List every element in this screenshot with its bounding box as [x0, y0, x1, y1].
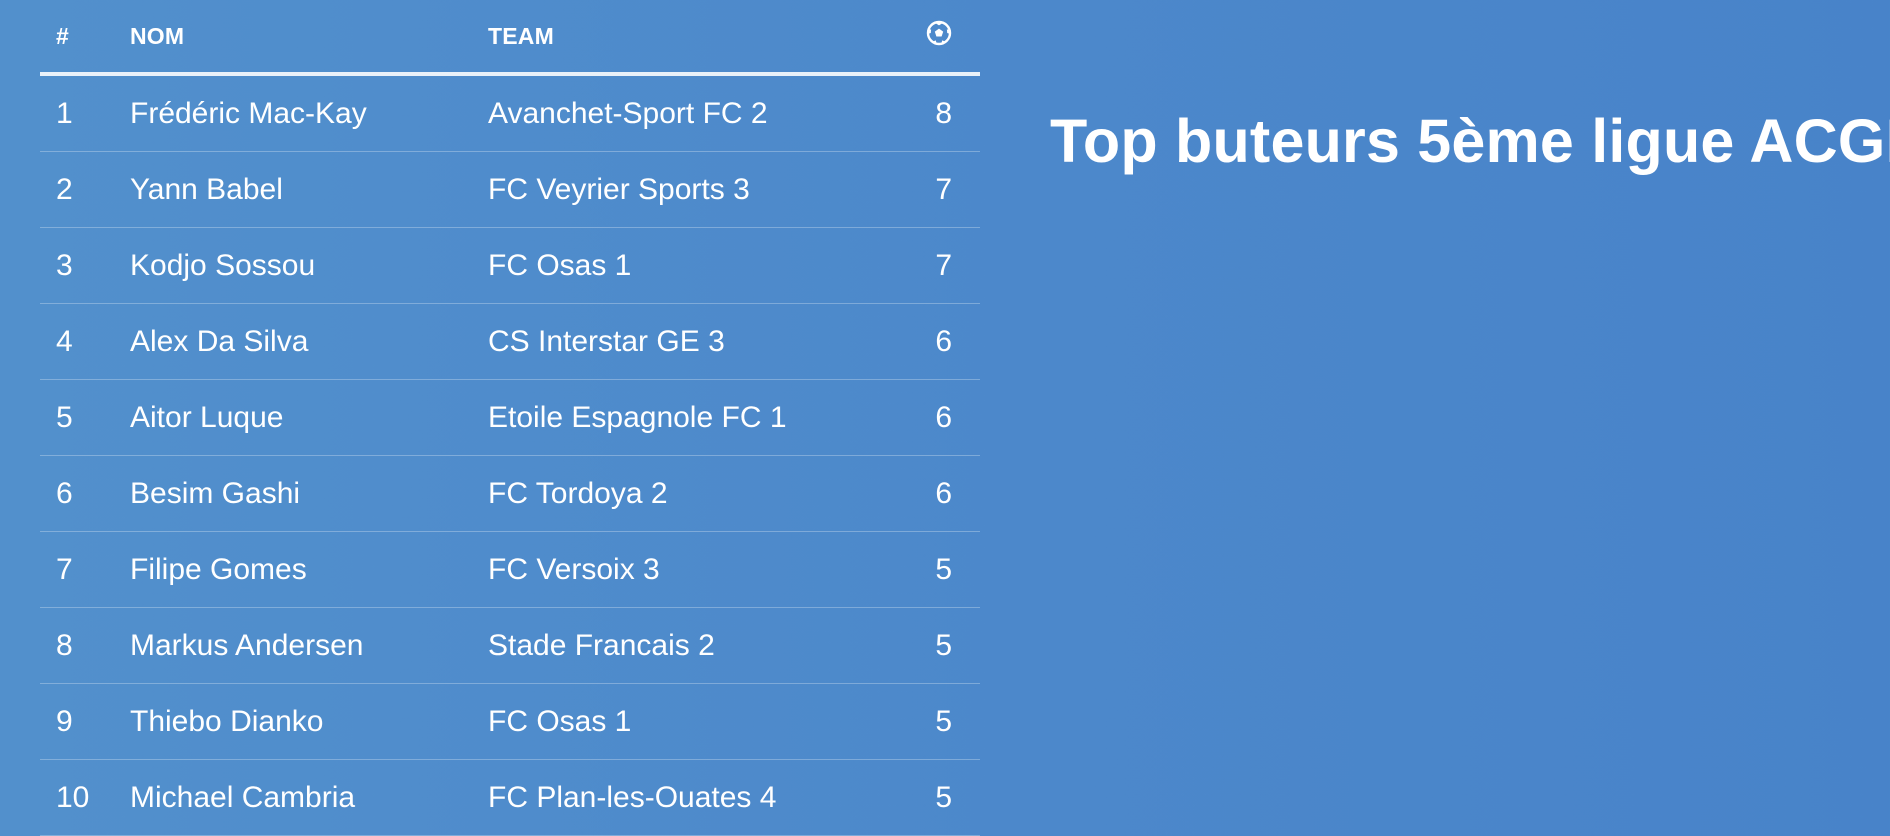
row-rank: 3: [56, 248, 73, 282]
row-goals: 6: [935, 324, 952, 358]
row-goals: 6: [935, 400, 952, 434]
row-player-name: Kodjo Sossou: [130, 248, 316, 282]
header-goals: [908, 20, 980, 52]
row-player-name: Frédéric Mac-Kay: [130, 96, 367, 130]
row-rank: 1: [56, 96, 73, 130]
row-player-name: Markus Andersen: [130, 628, 364, 662]
row-goals: 7: [935, 248, 952, 282]
table-row: 2 Yann Babel FC Veyrier Sports 3 7: [40, 152, 980, 228]
row-rank: 5: [56, 400, 73, 434]
table-row: 9 Thiebo Dianko FC Osas 1 5: [40, 684, 980, 760]
table-header: # NOM TEAM: [40, 0, 980, 76]
table-row: 1 Frédéric Mac-Kay Avanchet-Sport FC 2 8: [40, 76, 980, 152]
row-team: CS Interstar GE 3: [488, 324, 725, 358]
table-row: 6 Besim Gashi FC Tordoya 2 6: [40, 456, 980, 532]
row-player-name: Aitor Luque: [130, 400, 284, 434]
row-goals: 8: [935, 96, 952, 130]
table-row: 5 Aitor Luque Etoile Espagnole FC 1 6: [40, 380, 980, 456]
row-team: Etoile Espagnole FC 1: [488, 400, 787, 434]
row-goals: 5: [935, 780, 952, 814]
header-rank: #: [56, 22, 69, 49]
row-goals: 5: [935, 628, 952, 662]
page-title: Top buteurs 5ème ligue ACGF: [1050, 107, 1890, 175]
table-row: 3 Kodjo Sossou FC Osas 1 7: [40, 228, 980, 304]
table-row: 4 Alex Da Silva CS Interstar GE 3 6: [40, 304, 980, 380]
row-player-name: Alex Da Silva: [130, 324, 309, 358]
row-team: FC Veyrier Sports 3: [488, 172, 750, 206]
row-rank: 2: [56, 172, 73, 206]
row-rank: 8: [56, 628, 73, 662]
header-team: TEAM: [488, 22, 554, 49]
table-row: 10 Michael Cambria FC Plan-les-Ouates 4 5: [40, 760, 980, 836]
row-team: FC Osas 1: [488, 704, 632, 738]
row-rank: 9: [56, 704, 73, 738]
row-rank: 4: [56, 324, 73, 358]
row-goals: 5: [935, 704, 952, 738]
row-team: FC Versoix 3: [488, 552, 660, 586]
row-team: FC Osas 1: [488, 248, 632, 282]
header-name: NOM: [130, 22, 185, 49]
row-player-name: Filipe Gomes: [130, 552, 307, 586]
row-player-name: Besim Gashi: [130, 476, 301, 510]
table-row: 8 Markus Andersen Stade Francais 2 5: [40, 608, 980, 684]
scorers-table: # NOM TEAM 1 Frédéric Mac-Kay Avanchet-Spo…: [40, 0, 980, 836]
table-row: 7 Filipe Gomes FC Versoix 3 5: [40, 532, 980, 608]
row-player-name: Yann Babel: [130, 172, 283, 206]
row-team: Stade Francais 2: [488, 628, 715, 662]
row-rank: 7: [56, 552, 73, 586]
soccer-ball-icon: [926, 20, 952, 52]
row-team: Avanchet-Sport FC 2: [488, 96, 768, 130]
row-team: FC Tordoya 2: [488, 476, 668, 510]
row-rank: 10: [56, 780, 90, 814]
row-player-name: Michael Cambria: [130, 780, 356, 814]
row-rank: 6: [56, 476, 73, 510]
row-goals: 5: [935, 552, 952, 586]
row-goals: 7: [935, 172, 952, 206]
row-team: FC Plan-les-Ouates 4: [488, 780, 777, 814]
row-goals: 6: [935, 476, 952, 510]
row-player-name: Thiebo Dianko: [130, 704, 324, 738]
table-body: 1 Frédéric Mac-Kay Avanchet-Sport FC 2 8 2 Ya…: [40, 76, 980, 836]
